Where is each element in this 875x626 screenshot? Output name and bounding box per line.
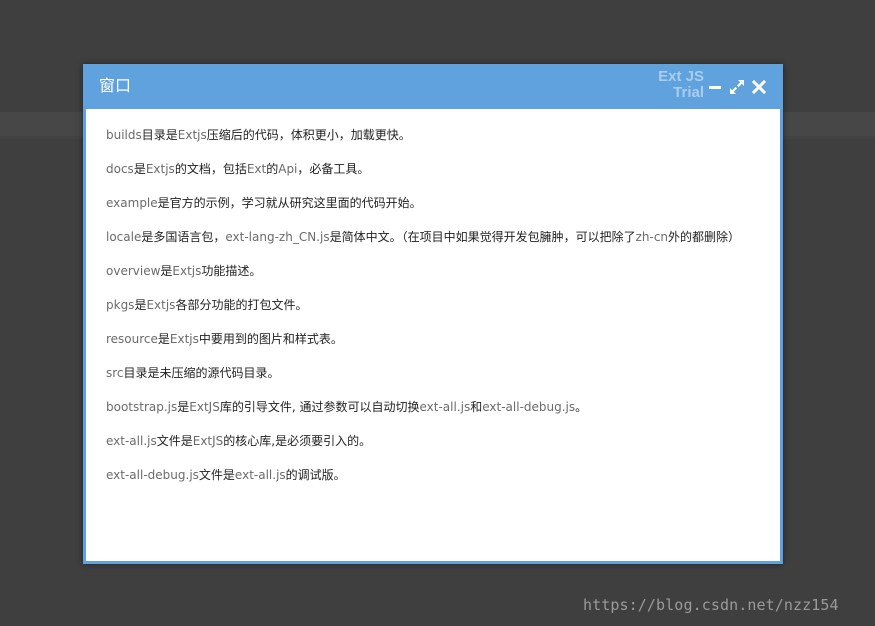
paragraph: bootstrap.js是ExtJS库的引导文件, 通过参数可以自动切换ext-… [106,399,764,415]
maximize-button[interactable] [728,78,746,96]
paragraph-text: 和 [470,400,483,414]
tech-term: Ext [246,162,267,176]
tech-term: docs [106,162,134,176]
paragraph-text: 的核心库,是必须要引入的。 [223,434,372,448]
paragraph: overview是Extjs功能描述。 [106,263,764,279]
trial-badge-line-2: Trial [673,84,704,101]
paragraph-text: 中要用到的图片和样式表。 [198,332,343,346]
paragraph: builds目录是Extjs压缩后的代码，体积更小，加载更快。 [106,127,764,143]
paragraph: resource是Extjs中要用到的图片和样式表。 [106,331,764,347]
tech-term: example [106,196,158,210]
tech-term: ext-all.js [419,400,471,414]
paragraph: ext-all-debug.js文件是ext-all.js的调试版。 [106,467,764,483]
paragraph: ext-all.js文件是ExtJS的核心库,是必须要引入的。 [106,433,764,449]
paragraph-text: 是 [133,162,146,176]
paragraph: src目录是未压缩的源代码目录。 [106,365,764,381]
paragraph-text: 是 [177,400,190,414]
paragraph-text: 的调试版。 [285,468,346,482]
paragraph-text: 是官方的示例，学习就从研究这里面的代码开始。 [157,196,422,210]
tech-term: Extjs [172,264,202,278]
paragraph-text: 文件是 [156,434,193,448]
paragraph-text: 外的都删除） [668,230,741,244]
minimize-icon [709,86,721,89]
tech-term: Extjs [177,128,207,142]
window-content: builds目录是Extjs压缩后的代码，体积更小，加载更快。 docs是Extj… [106,127,764,501]
tech-term: ext-all.js [234,468,286,482]
tech-term: Extjs [146,298,176,312]
paragraph-text: 目录是 [141,128,178,142]
tech-term: locale [106,230,142,244]
paragraph-text: 库的引导文件, 通过参数可以自动切换 [219,400,420,414]
tech-term: overview [106,264,161,278]
close-button[interactable] [750,78,768,96]
paragraph-text: 压缩后的代码，体积更小，加载更快。 [206,128,411,142]
paragraph-text: 是 [160,264,173,278]
tech-term: resource [106,332,158,346]
paragraph-text: 是简体中文。（在项目中如果觉得开发包臃肿，可以把除了 [329,230,636,244]
paragraph-text: ，必备工具。 [297,162,370,176]
tech-term: Extjs [145,162,175,176]
paragraph-text: 文件是 [198,468,235,482]
paragraph-text: 是多国语言包， [141,230,226,244]
watermark-url: https://blog.csdn.net/nzz154 [583,596,839,614]
tech-term: ExtJS [189,400,220,414]
ext-js-trial-badge: Ext JS Trial [656,69,704,101]
paragraph: pkgs是Extjs各部分功能的打包文件。 [106,297,764,313]
tech-term: ext-all.js [106,434,157,448]
trial-badge-line-1: Ext JS [658,68,704,85]
tech-term: pkgs [106,298,135,312]
paragraph-text: 的文档，包括 [174,162,247,176]
maximize-icon [730,80,744,94]
paragraph-text: 各部分功能的打包文件。 [175,298,308,312]
paragraph: docs是Extjs的文档，包括Ext的Api，必备工具。 [106,161,764,177]
close-icon [751,79,767,95]
window-header[interactable]: 窗口 Ext JS Trial [83,64,783,109]
ext-window: 窗口 Ext JS Trial builds目录是Extjs压缩后的代码，体积更… [83,64,783,564]
window-body: builds目录是Extjs压缩后的代码，体积更小，加载更快。 docs是Extj… [86,109,780,561]
minimize-button[interactable] [706,78,724,96]
tech-term: ext-lang-zh_CN.js [225,230,330,244]
tech-term: ext-all-debug.js [106,468,199,482]
paragraph-text: 是 [134,298,147,312]
tech-term: zh-cn [635,230,669,244]
tech-term: bootstrap.js [106,400,178,414]
paragraph: example是官方的示例，学习就从研究这里面的代码开始。 [106,195,764,211]
tech-term: ExtJS [192,434,224,448]
paragraph-text: 功能描述。 [201,264,262,278]
tech-term: src [106,366,124,380]
window-title: 窗口 [99,76,132,95]
paragraph-text: 的 [266,162,279,176]
paragraph-text: 目录是未压缩的源代码目录。 [123,366,280,380]
paragraph-text: 。 [575,400,588,414]
tech-term: Extjs [169,332,199,346]
tech-term: builds [106,128,142,142]
paragraph: locale是多国语言包，ext-lang-zh_CN.js是简体中文。（在项目… [106,229,764,245]
tech-term: ext-all-debug.js [482,400,576,414]
paragraph-text: 是 [157,332,170,346]
tech-term: Api [278,162,298,176]
